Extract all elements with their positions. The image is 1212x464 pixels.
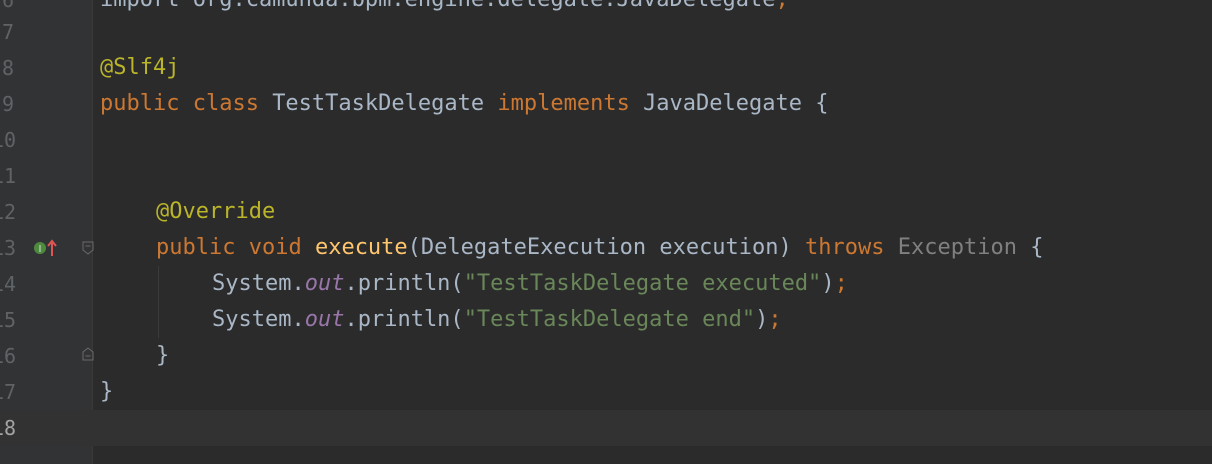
line-number: 12	[0, 200, 17, 224]
code-token: )	[821, 271, 835, 296]
code-text: public class TestTaskDelegate implements…	[100, 86, 829, 122]
method-name-token: execute	[314, 235, 408, 260]
line-number: 16	[0, 344, 17, 368]
string-token: "TestTaskDelegate end"	[463, 307, 756, 332]
code-text: System.out.println("TestTaskDelegate end…	[212, 302, 782, 338]
code-text: @Slf4j	[100, 50, 179, 86]
code-token: .println(	[344, 307, 464, 332]
fold-close-icon[interactable]	[82, 347, 94, 361]
code-text: public void execute(DelegateExecution ex…	[156, 230, 1043, 266]
keyword-token: public void	[156, 235, 315, 260]
code-line[interactable]: 14 System.out.println("TestTaskDelegate …	[0, 266, 1212, 302]
code-token: .println(	[344, 271, 464, 296]
code-line[interactable]: 9 public class TestTaskDelegate implemen…	[0, 86, 1212, 122]
code-line[interactable]: 15 System.out.println("TestTaskDelegate …	[0, 302, 1212, 338]
current-code-line[interactable]: 18	[0, 410, 1212, 446]
keyword-token: throws	[805, 235, 898, 260]
code-token: )	[755, 307, 769, 332]
brace-token: }	[100, 379, 114, 404]
class-name-token: TestTaskDelegate	[272, 91, 498, 116]
code-line[interactable]: 7	[0, 14, 1212, 50]
line-number: 7	[1, 20, 14, 44]
semicolon-token: ;	[834, 271, 848, 296]
annotation-token: @Override	[156, 199, 276, 224]
line-number: 11	[0, 164, 17, 188]
implements-method-icon[interactable]: I	[32, 238, 58, 258]
code-line[interactable]: 13 public void execute(DelegateExecution…	[0, 230, 1212, 266]
code-line[interactable]: 16 }	[0, 338, 1212, 374]
exception-token: Exception	[897, 235, 1017, 260]
code-text: System.out.println("TestTaskDelegate exe…	[212, 266, 848, 302]
code-token: System.	[212, 307, 305, 332]
code-token: import org.camunda.bpm.engine.delegate.J…	[100, 0, 776, 12]
code-token: System.	[212, 271, 305, 296]
line-number: 14	[0, 272, 17, 296]
brace-token: }	[156, 343, 170, 368]
code-line[interactable]: 11	[0, 158, 1212, 194]
line-number: 13	[0, 236, 17, 260]
code-token: ;	[776, 0, 789, 12]
line-number: 18	[0, 416, 17, 440]
code-text: @Override	[156, 194, 275, 230]
fold-open-icon[interactable]	[82, 241, 94, 255]
line-number: 17	[0, 380, 17, 404]
static-field-token: out	[304, 307, 345, 332]
code-line[interactable]: 10	[0, 122, 1212, 158]
keyword-token: implements	[497, 91, 644, 116]
code-line[interactable]: 12 @Override	[0, 194, 1212, 230]
code-token: JavaDelegate {	[643, 91, 829, 116]
svg-text:I: I	[39, 244, 42, 255]
line-number: 8	[1, 56, 14, 80]
string-token: "TestTaskDelegate executed"	[463, 271, 822, 296]
indent-guide	[158, 266, 159, 338]
code-token: {	[1016, 235, 1044, 260]
static-field-token: out	[304, 271, 345, 296]
line-number: 9	[1, 92, 14, 116]
code-token: (DelegateExecution execution)	[407, 235, 806, 260]
line-number: 10	[0, 128, 17, 152]
keyword-token: public class	[100, 91, 273, 116]
line-number: 15	[0, 308, 17, 332]
code-line[interactable]: 8 @Slf4j	[0, 50, 1212, 86]
code-text: }	[100, 374, 113, 410]
semicolon-token: ;	[768, 307, 782, 332]
code-line[interactable]: 17 }	[0, 374, 1212, 410]
code-editor[interactable]: 6 import org.camunda.bpm.engine.delegate…	[0, 0, 1212, 464]
annotation-token: @Slf4j	[100, 55, 180, 80]
code-text: }	[156, 338, 169, 374]
